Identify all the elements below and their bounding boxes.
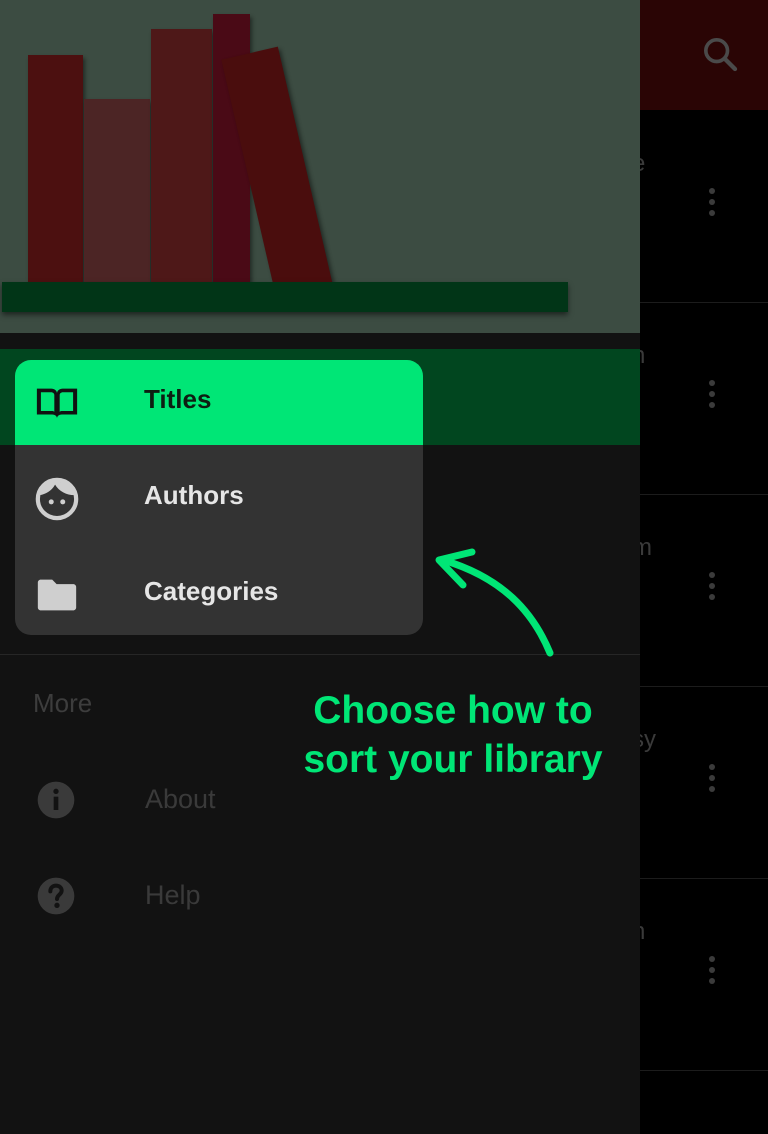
help-icon (37, 877, 75, 915)
drawer-item-authors[interactable]: Authors (15, 456, 423, 541)
drawer-item-label: About (145, 784, 216, 814)
drawer-item-label: Authors (144, 480, 244, 510)
callout-text: Choose how to sort your library (292, 686, 614, 784)
drawer-item-label: Help (145, 880, 201, 910)
drawer-item-titles[interactable]: Titles (15, 360, 423, 445)
drawer-header (0, 0, 640, 333)
book-open-icon (36, 388, 78, 419)
search-icon[interactable] (700, 34, 740, 74)
drawer-item-label: Categories (144, 576, 279, 606)
more-vert-icon[interactable] (704, 188, 720, 224)
section-header-more: More (33, 688, 93, 718)
drawer-item-label: Titles (144, 384, 212, 414)
more-vert-icon[interactable] (704, 956, 720, 992)
more-vert-icon[interactable] (704, 380, 720, 416)
more-vert-icon[interactable] (704, 764, 720, 800)
folder-icon (37, 579, 77, 611)
callout-arrow (435, 548, 554, 657)
drawer-item-help[interactable]: Help (0, 848, 640, 944)
sort-options-card: Titles Authors Categories (15, 360, 423, 635)
callout-line-2: sort your library (303, 738, 603, 781)
face-icon (35, 477, 79, 521)
drawer-item-categories[interactable]: Categories (15, 552, 423, 635)
more-vert-icon[interactable] (704, 572, 720, 608)
info-icon (37, 781, 75, 819)
callout-line-1: Choose how to (313, 689, 593, 732)
